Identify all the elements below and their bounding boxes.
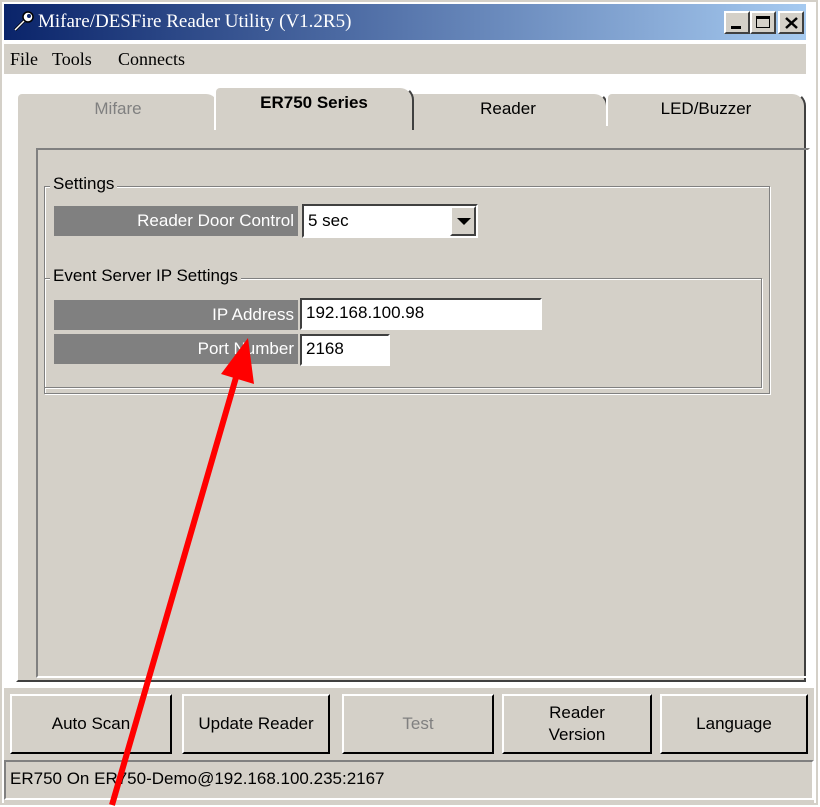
status-bar: ER750 On ER750-Demo@192.168.100.235:2167 — [4, 760, 814, 800]
port-number-input[interactable]: 2168 — [300, 334, 390, 366]
chevron-down-icon — [457, 218, 471, 225]
menu-tools[interactable]: Tools — [52, 49, 92, 70]
reader-version-label-line2: Version — [548, 725, 606, 744]
reader-version-label-line1: Reader — [549, 703, 605, 722]
maximize-icon — [756, 16, 770, 28]
port-number-label: Port Number — [54, 334, 298, 364]
reader-version-button[interactable]: Reader Version — [502, 694, 652, 754]
maximize-button[interactable] — [750, 11, 776, 34]
window-title: Mifare/DESFire Reader Utility (V1.2R5) — [38, 11, 352, 32]
event-server-group — [44, 278, 762, 388]
settings-group-label: Settings — [50, 174, 118, 194]
event-server-group-label: Event Server IP Settings — [50, 266, 241, 286]
ip-address-label: IP Address — [54, 300, 298, 330]
auto-scan-button[interactable]: Auto Scan — [10, 694, 172, 754]
tab-mifare[interactable]: Mifare — [16, 92, 220, 128]
reader-door-control-value: 5 sec — [308, 211, 349, 230]
minimize-button[interactable] — [724, 11, 750, 34]
update-reader-button[interactable]: Update Reader — [182, 694, 330, 754]
menu-connects[interactable]: Connects — [118, 49, 185, 70]
test-button[interactable]: Test — [342, 694, 494, 754]
tab-strip: Mifare ER750 Series Reader LED/Buzzer — [4, 84, 806, 130]
wrench-key-icon — [13, 11, 34, 32]
close-button[interactable] — [778, 11, 804, 34]
ip-address-input[interactable]: 192.168.100.98 — [300, 298, 542, 330]
menu-file[interactable]: File — [10, 49, 38, 70]
menu-bar: File Tools Connects — [4, 44, 806, 74]
tab-led-buzzer[interactable]: LED/Buzzer — [606, 92, 806, 128]
minimize-icon — [731, 26, 741, 29]
language-button[interactable]: Language — [660, 694, 808, 754]
title-bar[interactable]: Mifare/DESFire Reader Utility (V1.2R5) — [4, 4, 806, 40]
tab-er750-series[interactable]: ER750 Series — [214, 86, 414, 130]
dropdown-button[interactable] — [450, 206, 476, 236]
reader-door-control-label: Reader Door Control — [54, 206, 298, 236]
close-icon — [785, 17, 798, 29]
tab-reader[interactable]: Reader — [408, 92, 608, 128]
